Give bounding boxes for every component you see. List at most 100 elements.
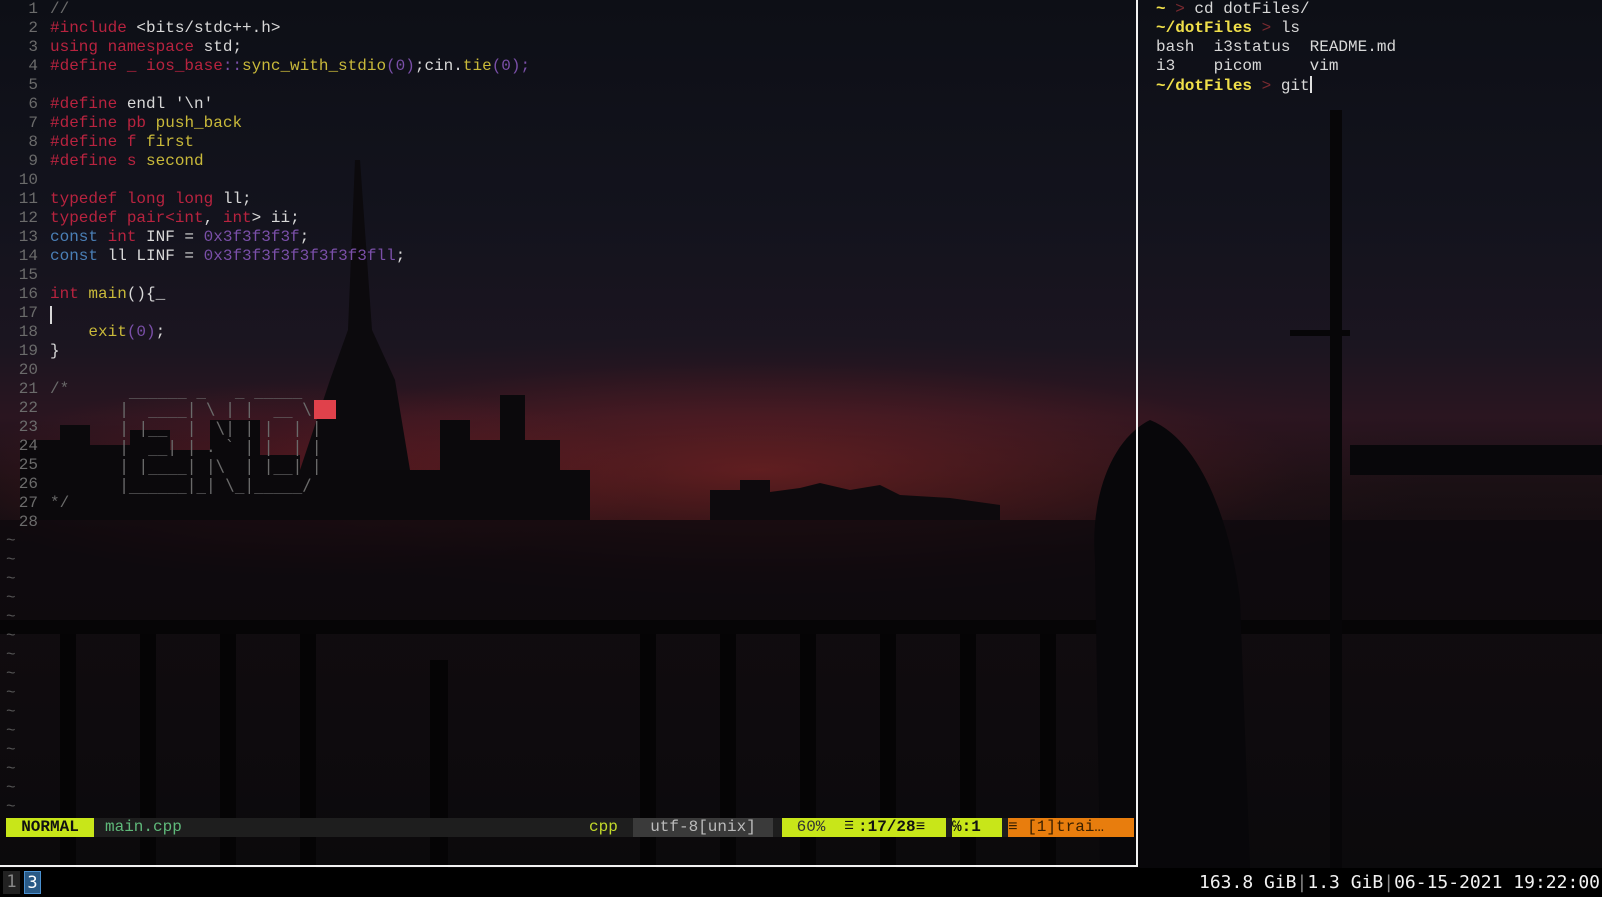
empty-line-marker: ~ — [6, 798, 16, 816]
include-path: <bits/stdc++.h> — [126, 19, 281, 37]
line-number: 13 — [18, 228, 38, 246]
code-line[interactable]: exit(0); — [50, 323, 165, 342]
type: int — [50, 285, 79, 303]
comment: */ — [50, 494, 70, 512]
line-number: 12 — [18, 209, 38, 227]
code-line[interactable]: typedef pair<int, int> ii; — [50, 209, 300, 228]
code-line[interactable]: const ll LINF = 0x3f3f3f3f3f3f3f3fll; — [50, 247, 405, 266]
line-number: 20 — [18, 361, 38, 379]
memory-usage: 1.3 GiB — [1307, 872, 1384, 893]
line-number: 22 — [18, 399, 38, 417]
punct: , — [203, 209, 223, 227]
keyword: const — [50, 247, 99, 265]
line-number: 3 — [28, 38, 38, 56]
preproc-keyword: #define — [50, 133, 118, 151]
ls-output: i3 picom vim — [1156, 57, 1339, 75]
filetype: cpp — [589, 818, 618, 836]
line-number: 7 — [28, 114, 38, 132]
number-literal: 0x3f3f3f3f3f3f3f3fll — [203, 247, 396, 265]
prompt-path: ~/dotFiles — [1156, 19, 1253, 37]
preproc-keyword: #define — [50, 114, 118, 132]
punct: ; — [299, 228, 310, 246]
code-line[interactable]: #define pb push_back — [50, 114, 242, 133]
empty-line-marker: ~ — [6, 779, 16, 797]
line-number: 15 — [18, 266, 38, 284]
trailing-whitespace-warning: ≡ [1]trai… — [1008, 818, 1134, 837]
macro-body: second — [136, 152, 204, 170]
code-line[interactable]: #define endl '\n' — [50, 95, 213, 114]
filename: main.cpp — [105, 818, 182, 836]
identifier: std; — [194, 38, 243, 56]
code-line[interactable]: */ — [50, 494, 69, 513]
line-number: 17 — [18, 304, 38, 322]
terminal-line: ~ > cd dotFiles/ — [1156, 0, 1596, 19]
macro-name: pb — [117, 114, 147, 132]
argument: (0) — [386, 57, 415, 75]
identifier: INF = — [136, 228, 204, 246]
empty-line-marker: ~ — [6, 551, 16, 569]
operator: :: — [222, 57, 243, 75]
prompt-arrow: > — [1165, 0, 1195, 18]
terminal-cursor — [1309, 76, 1312, 93]
code-line[interactable]: #define s second — [50, 152, 204, 171]
function-name: main — [78, 285, 127, 303]
code-line[interactable]: #define _ ios_base::sync_with_stdio(0);c… — [50, 57, 530, 76]
type: int — [98, 228, 137, 246]
preproc-keyword: #define — [50, 152, 118, 170]
vim-editor-pane[interactable]: 1 2 3 4 5 6 7 8 9 10 11 12 13 14 15 16 1… — [0, 0, 1138, 867]
scroll-percent: 60% — [782, 818, 840, 837]
code-line[interactable]: using namespace std; — [50, 38, 242, 57]
line-number: 23 — [18, 418, 38, 436]
code-line[interactable]: typedef long long ll; — [50, 190, 252, 209]
command: ls — [1280, 19, 1301, 37]
disk-usage: 163.8 GiB — [1198, 872, 1297, 893]
punct: } — [50, 342, 60, 360]
cursor-column: ℅:1 — [952, 818, 1002, 837]
empty-line-marker: ~ — [6, 665, 16, 683]
comment: /* — [50, 380, 70, 398]
prompt-arrow: > — [1252, 19, 1281, 37]
number-literal: 0x3f3f3f3f — [203, 228, 300, 246]
function-name: sync_with_stdio — [242, 57, 387, 75]
terminal-line: ~/dotFiles > ls — [1156, 19, 1596, 38]
file-encoding: utf-8[unix] — [633, 818, 773, 837]
type: int — [222, 209, 252, 227]
line-number-icon: ☰ — [840, 818, 858, 837]
code-line[interactable]: #include <bits/stdc++.h> — [50, 19, 280, 38]
comment: // — [50, 0, 70, 18]
code-line[interactable]: // — [50, 0, 69, 19]
code-line[interactable]: const int INF = 0x3f3f3f3f; — [50, 228, 309, 247]
line-number: 21 — [18, 380, 38, 398]
line-number: 26 — [18, 475, 38, 493]
line-number: 25 — [18, 456, 38, 474]
code-line[interactable]: /* — [50, 380, 69, 399]
macro-body: first — [136, 133, 195, 151]
code-line[interactable]: #define f first — [50, 133, 194, 152]
line-number: 1 — [28, 0, 38, 18]
empty-line-marker: ~ — [6, 627, 16, 645]
code-line[interactable]: int main(){_ — [50, 285, 165, 304]
argument: (0) — [126, 323, 156, 341]
terminal-pane[interactable]: ~ > cd dotFiles/ ~/dotFiles > ls bash i3… — [1156, 0, 1596, 95]
punct: ; — [395, 247, 406, 265]
i3-status-bar: 1 3 163.8 GiB|1.3 GiB|06-15-2021 19:22:0… — [0, 868, 1602, 897]
command-input[interactable]: git — [1281, 77, 1310, 95]
identifier: ll LINF = — [98, 247, 204, 265]
line-number: 11 — [18, 190, 38, 208]
workspace-button-1[interactable]: 1 — [3, 871, 20, 894]
cursor-position: :17/28≡ — [858, 818, 946, 837]
type: int — [174, 209, 204, 227]
line-number: 19 — [18, 342, 38, 360]
empty-line-marker: ~ — [6, 741, 16, 759]
empty-line-marker: ~ — [6, 532, 16, 550]
identifier: ;cin. — [414, 57, 463, 75]
empty-line-marker: ~ — [6, 760, 16, 778]
line-number: 8 — [28, 133, 38, 151]
workspace-button-3[interactable]: 3 — [24, 871, 41, 894]
code-line[interactable]: } — [50, 342, 60, 361]
identifier: ios_base — [146, 57, 223, 75]
terminal-input-line[interactable]: ~/dotFiles > git — [1156, 76, 1596, 95]
line-number: 4 — [28, 57, 38, 75]
macro-name: s — [117, 152, 137, 170]
line-number: 6 — [28, 95, 38, 113]
